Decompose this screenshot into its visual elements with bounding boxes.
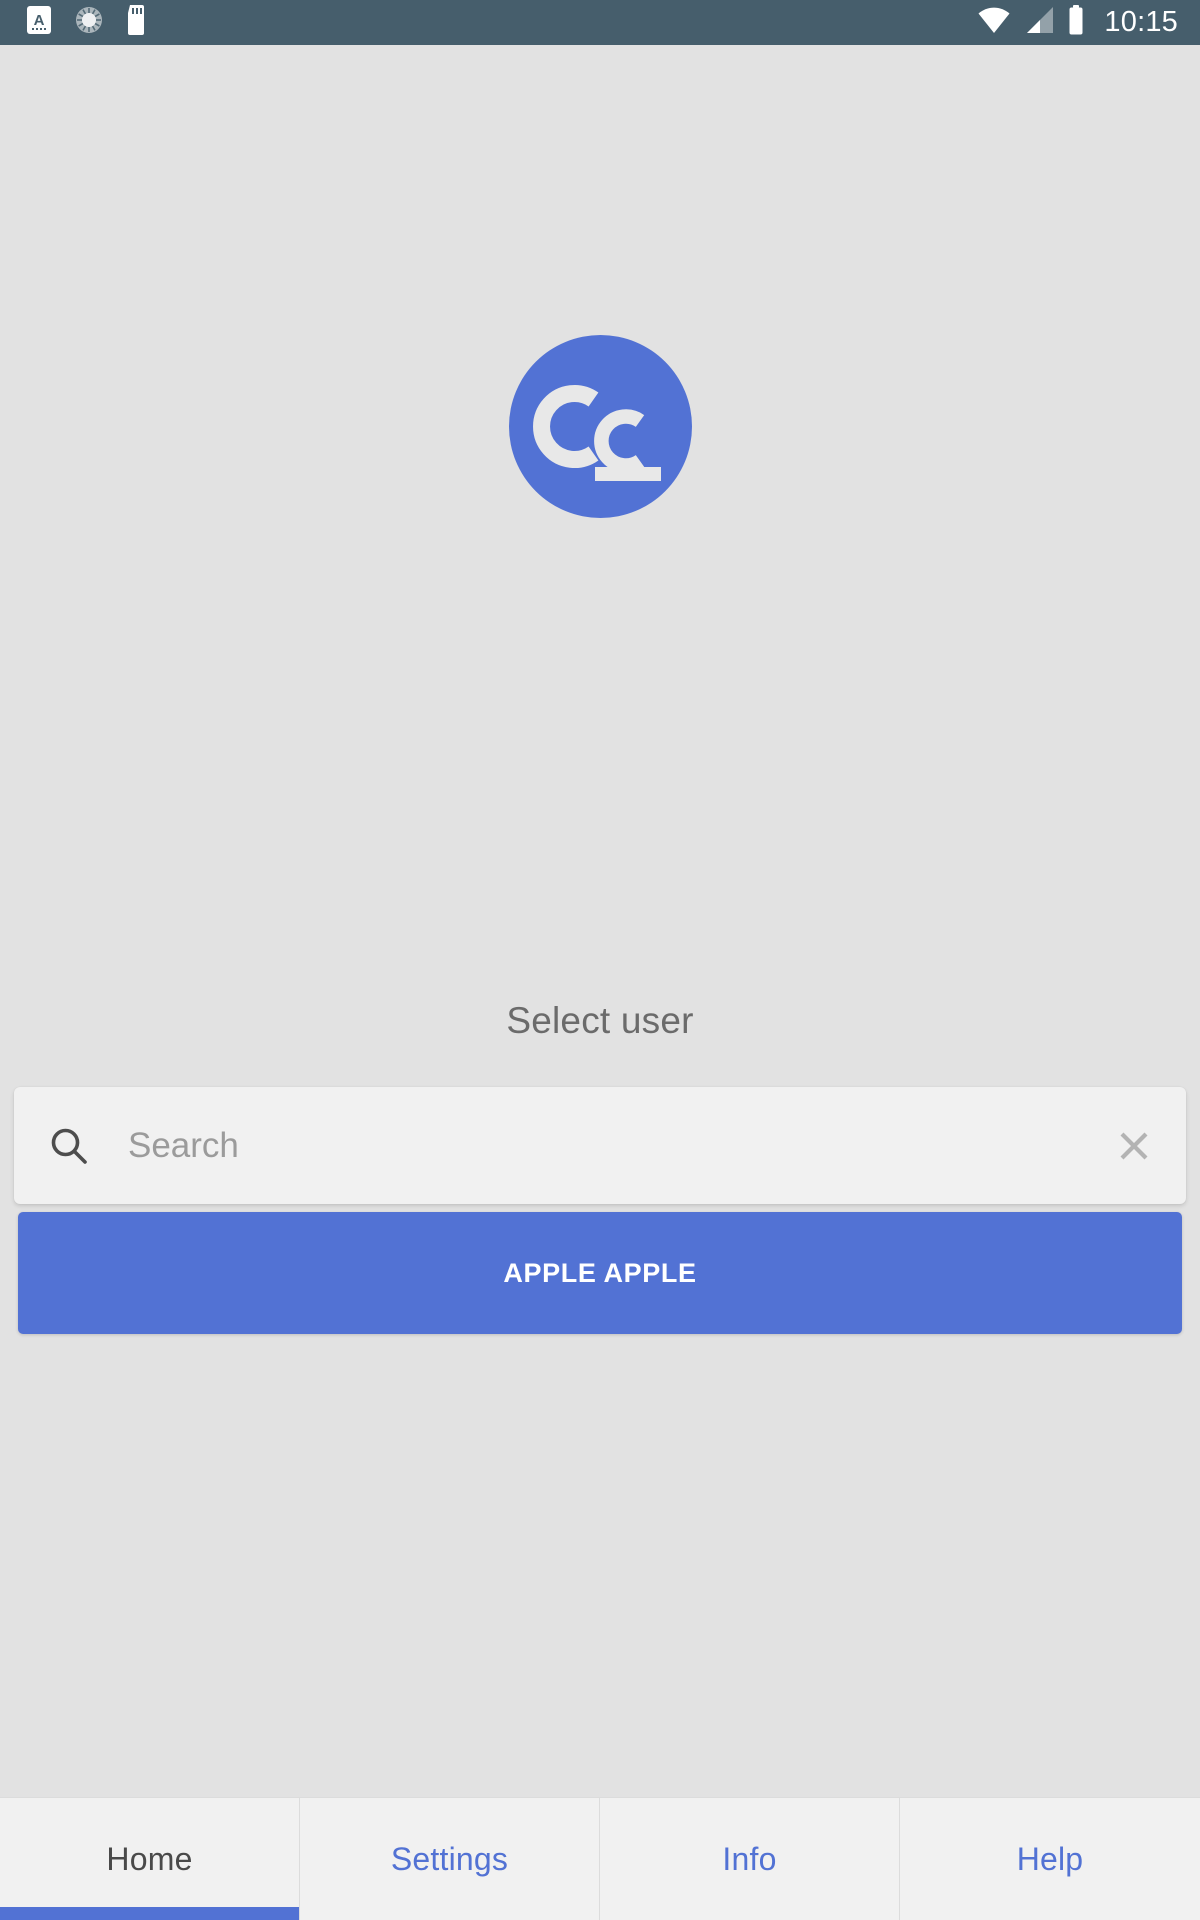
search-bar[interactable] bbox=[14, 1087, 1186, 1204]
nav-tab-help-label: Help bbox=[1016, 1840, 1084, 1877]
sync-spinner-icon bbox=[74, 5, 104, 40]
app-root: A 10:15 Select user Search APPLE APPLE H… bbox=[0, 0, 1200, 1920]
status-bar: A 10:15 bbox=[0, 0, 1200, 45]
sd-card-icon bbox=[126, 5, 148, 40]
main-content: Select user APPLE APPLE bbox=[0, 45, 1200, 1920]
status-bar-left-icons: A bbox=[26, 5, 148, 40]
status-bar-clock: 10:15 bbox=[1104, 6, 1178, 38]
nav-tab-settings[interactable]: Settings bbox=[300, 1798, 600, 1920]
search-icon bbox=[46, 1123, 92, 1169]
page-title: Select user bbox=[506, 1000, 694, 1041]
cellular-signal-icon bbox=[1024, 6, 1054, 39]
nav-tab-home[interactable]: Home bbox=[0, 1798, 300, 1920]
logo-container bbox=[0, 335, 1200, 518]
user-list: APPLE APPLE bbox=[0, 1212, 1200, 1346]
nav-tab-home-label: Home bbox=[106, 1840, 193, 1877]
battery-icon bbox=[1067, 5, 1085, 40]
svg-text:A: A bbox=[34, 12, 45, 29]
close-icon[interactable] bbox=[1108, 1120, 1160, 1172]
keyboard-language-icon: A bbox=[26, 5, 52, 40]
status-bar-right-icons: 10:15 bbox=[977, 5, 1178, 40]
nav-tab-info[interactable]: Info bbox=[600, 1798, 900, 1920]
nav-tab-info-label: Info bbox=[722, 1840, 777, 1877]
app-logo bbox=[508, 335, 692, 518]
bottom-navigation: Home Settings Info Help bbox=[0, 1797, 1200, 1920]
nav-tab-help[interactable]: Help bbox=[900, 1798, 1200, 1920]
search-input[interactable] bbox=[128, 1125, 1108, 1166]
nav-tab-settings-label: Settings bbox=[390, 1840, 509, 1877]
wifi-icon bbox=[977, 6, 1011, 39]
user-select-button[interactable]: APPLE APPLE bbox=[18, 1212, 1182, 1334]
